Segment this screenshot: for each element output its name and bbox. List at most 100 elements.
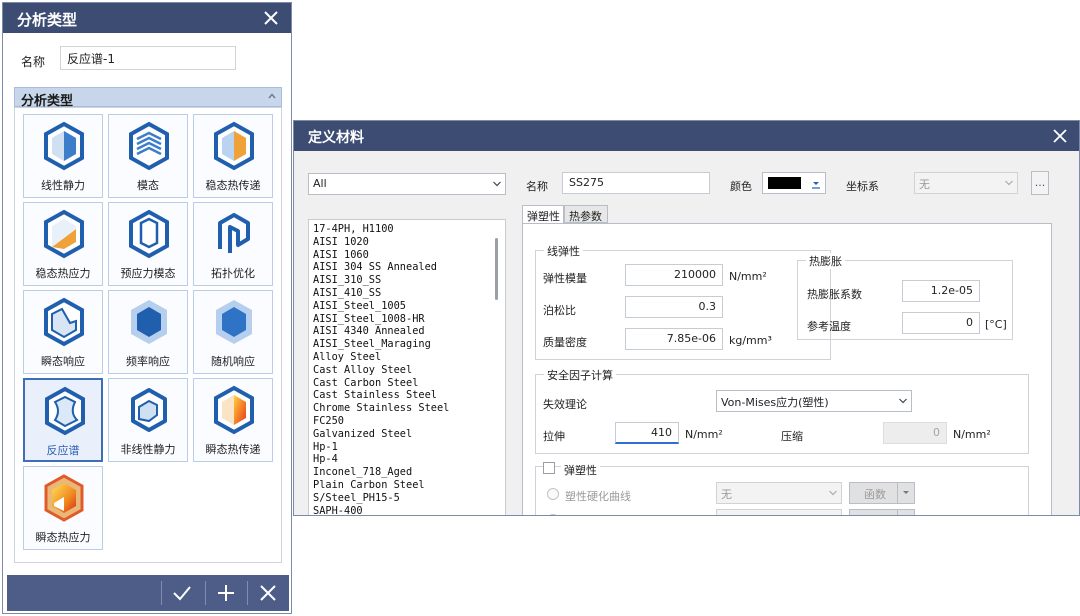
tile-prestress-modal[interactable]: 预应力模态 bbox=[108, 202, 188, 286]
mass-density-value: 7.85e-06 bbox=[666, 332, 716, 345]
function-button-2[interactable]: 函数 bbox=[849, 509, 915, 515]
list-item[interactable]: SAPH-400 bbox=[313, 505, 449, 515]
chevron-down-icon bbox=[810, 179, 822, 189]
list-item[interactable]: Inconel_718_Aged bbox=[313, 466, 449, 479]
chevron-down-icon bbox=[1004, 178, 1014, 188]
elastic-modulus-input[interactable]: 210000 bbox=[625, 264, 723, 286]
tile-frequency-response[interactable]: 频率响应 bbox=[108, 290, 188, 374]
list-item[interactable]: AISI 1060 bbox=[313, 249, 449, 262]
failure-theory-select[interactable]: Von-Mises应力(塑性) bbox=[716, 390, 912, 412]
poisson-ratio-value: 0.3 bbox=[698, 300, 717, 313]
list-item[interactable]: Cast Carbon Steel bbox=[313, 377, 449, 390]
list-item[interactable]: 17-4PH, H1100 bbox=[313, 223, 449, 236]
reference-temperature-label: 参考温度 bbox=[807, 320, 851, 333]
confirm-button[interactable] bbox=[161, 575, 203, 611]
coordinate-system-browse-button[interactable]: ... bbox=[1031, 171, 1049, 195]
list-item[interactable]: Plain Carbon Steel bbox=[313, 479, 449, 492]
tile-nonlinear-static[interactable]: 非线性静力 bbox=[108, 378, 188, 462]
list-item[interactable]: Cast Alloy Steel bbox=[313, 364, 449, 377]
material-dialog-title: 定义材料 bbox=[308, 130, 364, 146]
tile-modal[interactable]: 模态 bbox=[108, 114, 188, 198]
chevron-down-icon[interactable] bbox=[897, 510, 914, 515]
list-item[interactable]: Hp-1 bbox=[313, 441, 449, 454]
close-icon[interactable] bbox=[261, 8, 281, 28]
tile-topology-optimization[interactable]: 拓扑优化 bbox=[193, 202, 273, 286]
poisson-ratio-input[interactable]: 0.3 bbox=[625, 296, 723, 318]
list-item[interactable]: Cast Stainless Steel bbox=[313, 389, 449, 402]
chevron-down-icon bbox=[828, 488, 838, 498]
tile-label: 非线性静力 bbox=[120, 443, 176, 456]
plasticity-checkbox-label: 弹塑性 bbox=[561, 462, 600, 478]
failure-theory-label: 失效理论 bbox=[543, 398, 587, 411]
list-item[interactable]: Galvanized Steel bbox=[313, 428, 449, 441]
cancel-button[interactable] bbox=[247, 575, 289, 611]
list-item[interactable]: Hp-4 bbox=[313, 453, 449, 466]
define-material-dialog: 定义材料 All 17-4PH, H1100 AISI 1020 AISI 1060… bbox=[293, 120, 1080, 516]
list-scrollbar[interactable] bbox=[495, 238, 498, 300]
tile-label: 拓扑优化 bbox=[211, 267, 255, 280]
tab-elastoplastic[interactable]: 弹塑性 bbox=[522, 205, 564, 224]
second-option-select[interactable]: 无 bbox=[716, 509, 842, 515]
hexagon-response-spectrum-icon bbox=[43, 386, 87, 436]
list-item[interactable]: AISI 1020 bbox=[313, 236, 449, 249]
tile-transient-response[interactable]: 瞬态响应 bbox=[23, 290, 103, 374]
tab-label: 热参数 bbox=[569, 210, 602, 223]
analysis-dialog-titlebar[interactable]: 分析类型 bbox=[3, 3, 291, 33]
chevron-down-icon[interactable] bbox=[897, 483, 914, 503]
function-button[interactable]: 函数 bbox=[849, 482, 915, 504]
hexagon-steady-thermal-stress-icon bbox=[42, 209, 86, 259]
tile-label: 瞬态热应力 bbox=[35, 531, 91, 544]
tension-input[interactable]: 410 bbox=[615, 422, 679, 444]
coordinate-system-select[interactable]: 无 bbox=[914, 172, 1018, 194]
function-button-label: 函数 bbox=[850, 513, 900, 515]
chevron-down-icon bbox=[898, 396, 908, 406]
chevron-down-icon bbox=[492, 179, 502, 189]
list-item[interactable]: AISI 304 SS Annealed bbox=[313, 261, 449, 274]
hardening-curve-radio[interactable] bbox=[547, 488, 559, 500]
compression-input[interactable]: 0 bbox=[883, 422, 947, 444]
list-item[interactable]: FC250 bbox=[313, 415, 449, 428]
close-icon[interactable] bbox=[1051, 127, 1069, 145]
list-item[interactable]: AISI_310_SS bbox=[313, 274, 449, 287]
compression-unit: N/mm² bbox=[953, 428, 991, 441]
reference-temperature-input[interactable]: 0 bbox=[902, 312, 980, 334]
tile-steady-heat-transfer[interactable]: 稳态热传递 bbox=[193, 114, 273, 198]
hardening-curve-select[interactable]: 无 bbox=[716, 482, 842, 504]
list-item[interactable]: S/Steel_PH15-5 bbox=[313, 492, 449, 505]
list-item[interactable]: AISI_410_SS bbox=[313, 287, 449, 300]
mass-density-input[interactable]: 7.85e-06 bbox=[625, 328, 723, 350]
material-list[interactable]: 17-4PH, H1100 AISI 1020 AISI 1060 AISI 304 … bbox=[308, 219, 506, 515]
list-item[interactable]: AISI_Steel_1005 bbox=[313, 300, 449, 313]
mass-density-unit: kg/mm³ bbox=[729, 334, 772, 347]
material-list-items: 17-4PH, H1100 AISI 1020 AISI 1060 AISI 304 … bbox=[313, 223, 449, 515]
tension-label: 拉伸 bbox=[543, 430, 565, 443]
list-item[interactable]: Chrome Stainless Steel bbox=[313, 402, 449, 415]
tile-transient-thermal-stress[interactable]: 瞬态热应力 bbox=[23, 466, 103, 550]
analysis-type-section-header[interactable]: 分析类型 bbox=[14, 87, 282, 109]
add-button[interactable] bbox=[205, 575, 247, 611]
material-dialog-body: All 17-4PH, H1100 AISI 1020 AISI 1060 AISI … bbox=[294, 151, 1079, 515]
hexagon-transient-thermal-stress-icon bbox=[42, 473, 86, 523]
tile-random-response[interactable]: 随机响应 bbox=[193, 290, 273, 374]
analysis-name-input[interactable] bbox=[60, 46, 236, 70]
tab-thermal[interactable]: 热参数 bbox=[564, 205, 608, 223]
list-item[interactable]: AISI_Steel_1008-HR bbox=[313, 313, 449, 326]
tile-transient-heat-transfer[interactable]: 瞬态热传递 bbox=[193, 378, 273, 462]
chevron-up-icon[interactable] bbox=[267, 91, 277, 101]
material-filter-select[interactable]: All bbox=[308, 173, 506, 195]
tile-linear-static[interactable]: 线性静力 bbox=[23, 114, 103, 198]
list-item[interactable]: AISI 4340 Annealed bbox=[313, 325, 449, 338]
hardening-curve-value: 无 bbox=[721, 488, 732, 501]
tile-steady-thermal-stress[interactable]: 稳态热应力 bbox=[23, 202, 103, 286]
material-name-input[interactable]: SS275 bbox=[562, 172, 710, 194]
expansion-coefficient-input[interactable]: 1.2e-05 bbox=[902, 280, 980, 302]
tile-response-spectrum[interactable]: 反应谱 bbox=[23, 378, 103, 462]
list-item[interactable]: AISI_Steel_Maraging bbox=[313, 338, 449, 351]
expansion-coefficient-value: 1.2e-05 bbox=[930, 284, 973, 297]
plasticity-checkbox[interactable] bbox=[543, 462, 555, 474]
group-title: 热膨胀 bbox=[806, 253, 845, 269]
list-item[interactable]: Alloy Steel bbox=[313, 351, 449, 364]
color-picker[interactable] bbox=[762, 172, 826, 194]
hexagon-prestress-modal-icon bbox=[127, 209, 171, 259]
material-dialog-titlebar[interactable]: 定义材料 bbox=[294, 121, 1079, 151]
